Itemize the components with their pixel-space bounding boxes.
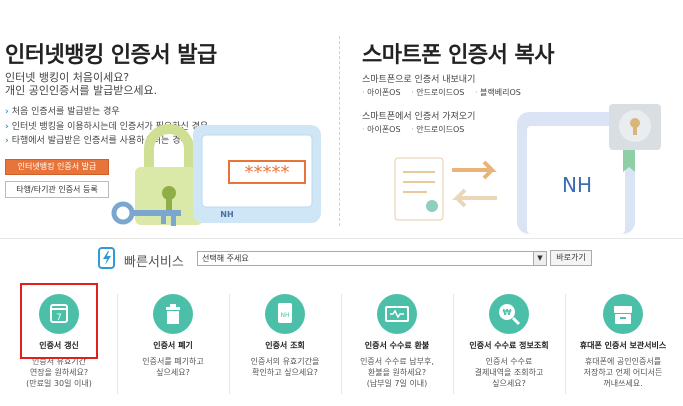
quick-service-select[interactable]: 선택해 주세요 ▼ [197, 251, 547, 266]
service-phone-storage-desc: 휴대폰에 공인인증서를 저장하고 언제 어디서든 꺼내쓰세요. [583, 357, 663, 388]
internet-banking-question: 인터넷 뱅킹이 처음이세요? [5, 71, 130, 84]
service-separator [565, 294, 566, 394]
service-refund[interactable]: 인증서 수수료 환불 인증서 수수료 납부후, 환불을 원하세요? (납부일 7일 … [341, 286, 453, 404]
smartphone-transfer-illustration: NH [394, 104, 661, 234]
go-button[interactable]: 바로가기 [550, 250, 592, 266]
transfer-arrows-icon [452, 160, 497, 208]
panel-divider [339, 36, 340, 226]
highlight-box [20, 283, 98, 359]
export-label: 스마트폰으로 인증서 내보내기 [362, 75, 476, 85]
register-other-certificate-button[interactable]: 타행/타기관 인증서 등록 [5, 181, 109, 198]
export-blackberry-link[interactable]: 블랙베리OS [475, 88, 521, 97]
trash-icon [153, 294, 193, 334]
svg-text:₩: ₩ [503, 308, 512, 317]
nh-logo-small: NH [220, 210, 233, 219]
password-mask: ***** [245, 162, 290, 183]
monitor-icon: ***** NH [193, 125, 321, 223]
internet-banking-instruction: 개인 공인인증서를 발급받으세요. [5, 84, 158, 97]
service-refund-desc: 인증서 수수료 납부후, 환불을 원하세요? (납부일 7일 이내) [360, 357, 434, 388]
service-revoke[interactable]: 인증서 폐기 인증서를 폐기하고 싶으세요? [117, 286, 229, 404]
smartphone-copy-title: 스마트폰 인증서 복사 [362, 43, 554, 68]
service-fee-info-desc: 인증서 수수료 결제내역을 조회하고 싶으세요? [474, 357, 544, 388]
quick-service-label: 빠른서비스 [124, 255, 184, 270]
certificate-document-icon [394, 157, 444, 221]
nh-logo-large: NH [562, 173, 592, 197]
service-phone-storage[interactable]: 휴대폰 인증서 보관서비스 휴대폰에 공인인증서를 저장하고 언제 어디서든 꺼내쓰… [567, 286, 679, 404]
service-renew-desc: 인증서 유효기간 연장을 원하세요? (만료일 30일 이내) [26, 357, 92, 388]
chevron-down-icon[interactable]: ▼ [533, 252, 546, 265]
internet-banking-panel: 인터넷뱅킹 인증서 발급 인터넷 뱅킹이 처음이세요? 개인 공인인증서를 발급… [0, 0, 335, 238]
phone-lightning-icon [98, 247, 115, 269]
search-won-icon: ₩ [489, 294, 529, 334]
smartphone-copy-panel: 스마트폰 인증서 복사 스마트폰으로 인증서 내보내기 아이폰OS 안드로이드O… [345, 0, 683, 238]
bullet-first-issue: › 처음 인증서를 발급받는 경우 [5, 107, 120, 117]
service-inquiry[interactable]: NH 인증서 조회 인증서의 유효기간을 확인하고 싶으세요? [229, 286, 341, 404]
service-revoke-desc: 인증서를 폐기하고 싶으세요? [142, 357, 204, 377]
service-revoke-title: 인증서 폐기 [153, 341, 193, 350]
quick-service-select-value: 선택해 주세요 [202, 254, 249, 263]
internet-banking-title: 인터넷뱅킹 인증서 발급 [5, 43, 217, 68]
service-fee-info[interactable]: ₩ 인증서 수수료 정보조회 인증서 수수료 결제내역을 조회하고 싶으세요? [453, 286, 565, 404]
service-inquiry-desc: 인증서의 유효기간을 확인하고 싶으세요? [250, 357, 320, 377]
issue-certificate-button[interactable]: 인터넷뱅킹 인증서 발급 [5, 159, 109, 175]
computer-lock-illustration: ***** NH [111, 124, 321, 226]
export-ios-link[interactable]: 아이폰OS [362, 88, 401, 97]
export-android-link[interactable]: 안드로이드OS [411, 88, 464, 97]
export-links: 아이폰OS 안드로이드OS 블랙베리OS [362, 87, 529, 98]
quick-service-bar: 빠른서비스 선택해 주세요 ▼ 바로가기 [0, 238, 683, 276]
service-refund-title: 인증서 수수료 환불 [364, 341, 430, 350]
top-section: 인터넷뱅킹 인증서 발급 인터넷 뱅킹이 처음이세요? 개인 공인인증서를 발급… [0, 0, 683, 238]
svg-text:NH: NH [281, 312, 290, 319]
quick-service-section: 빠른서비스 선택해 주세요 ▼ 바로가기 7 인증서 갱신 인증서 유효기간 연장… [0, 238, 683, 406]
service-phone-storage-title: 휴대폰 인증서 보관서비스 [579, 341, 667, 350]
service-inquiry-title: 인증서 조회 [265, 341, 305, 350]
certificate-doc-icon: NH [265, 294, 305, 334]
service-fee-info-title: 인증서 수수료 정보조회 [469, 341, 549, 350]
storage-box-icon [603, 294, 643, 334]
refund-icon [377, 294, 417, 334]
